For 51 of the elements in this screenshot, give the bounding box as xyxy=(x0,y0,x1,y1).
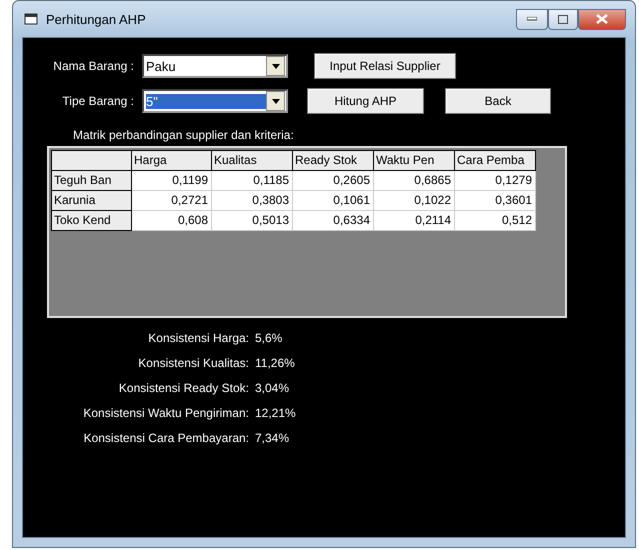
consistency-value: 12,21% xyxy=(255,405,297,421)
row-header: Karunia xyxy=(52,191,132,211)
maximize-button[interactable] xyxy=(548,8,578,30)
column-header: Kualitas xyxy=(212,151,293,171)
column-header: Ready Stok xyxy=(293,151,374,171)
minimize-button[interactable] xyxy=(516,8,548,30)
consistency-label: Konsistensi Ready Stok: xyxy=(118,380,250,396)
consistency-value: 5,6% xyxy=(255,330,284,346)
maximize-icon xyxy=(558,14,568,24)
table-cell: 0,2605 xyxy=(293,171,374,191)
table-cell: 0,1185 xyxy=(212,171,293,191)
table-cell: 0,512 xyxy=(455,211,536,231)
dropdown[interactable]: Paku xyxy=(142,54,288,78)
table-cell: 0,2114 xyxy=(374,211,455,231)
table-cell: 0,3601 xyxy=(455,191,536,211)
dropdown[interactable]: 5" xyxy=(142,89,288,113)
consistency-value: 11,26% xyxy=(255,355,296,371)
back-button[interactable]: Back xyxy=(445,88,551,114)
dropdown-arrow-icon xyxy=(272,64,280,68)
table-cell: 0,5013 xyxy=(212,211,293,231)
consistency-label: Konsistensi Cara Pembayaran: xyxy=(82,430,250,446)
row-header: Teguh Ban xyxy=(52,171,132,191)
column-header: Cara Pemba xyxy=(455,151,536,171)
window-title: Perhitungan AHP xyxy=(46,12,147,26)
table-cell: 0,6865 xyxy=(374,171,455,191)
field-label: Tipe Barang : xyxy=(61,94,135,108)
table-cell: 0,1199 xyxy=(132,171,212,191)
consistency-label: Konsistensi Waktu Pengiriman: xyxy=(82,405,250,421)
table-cell: 0,1022 xyxy=(374,191,455,211)
close-button[interactable] xyxy=(578,8,626,30)
consistency-value: 7,34% xyxy=(255,430,290,446)
consistency-label: Konsistensi Harga: xyxy=(147,330,250,346)
table-cell: 0,2721 xyxy=(132,191,212,211)
field-label: Nama Barang : xyxy=(52,59,135,73)
close-icon xyxy=(596,14,608,24)
table-cell: 0,608 xyxy=(132,211,212,231)
minimize-icon xyxy=(527,17,537,21)
column-header: Waktu Pen xyxy=(374,151,455,171)
table-cell: 0,3803 xyxy=(212,191,293,211)
dropdown-arrow-icon xyxy=(272,98,280,104)
matrix-caption: Matrik perbandingan supplier dan kriteria: xyxy=(73,128,295,142)
column-header: Harga xyxy=(132,151,212,171)
window-icon xyxy=(24,13,38,25)
consistency-value: 3,04% xyxy=(255,380,290,396)
table-cell: 0,1061 xyxy=(293,191,374,211)
consistency-label: Konsistensi Kualitas: xyxy=(137,355,250,371)
action-button[interactable]: Input Relasi Supplier xyxy=(314,53,456,79)
row-header: Toko Kend xyxy=(52,211,132,231)
table-cell: 0,6334 xyxy=(293,211,374,231)
action-button[interactable]: Hitung AHP xyxy=(307,88,424,114)
table-cell: 0,1279 xyxy=(455,171,536,191)
